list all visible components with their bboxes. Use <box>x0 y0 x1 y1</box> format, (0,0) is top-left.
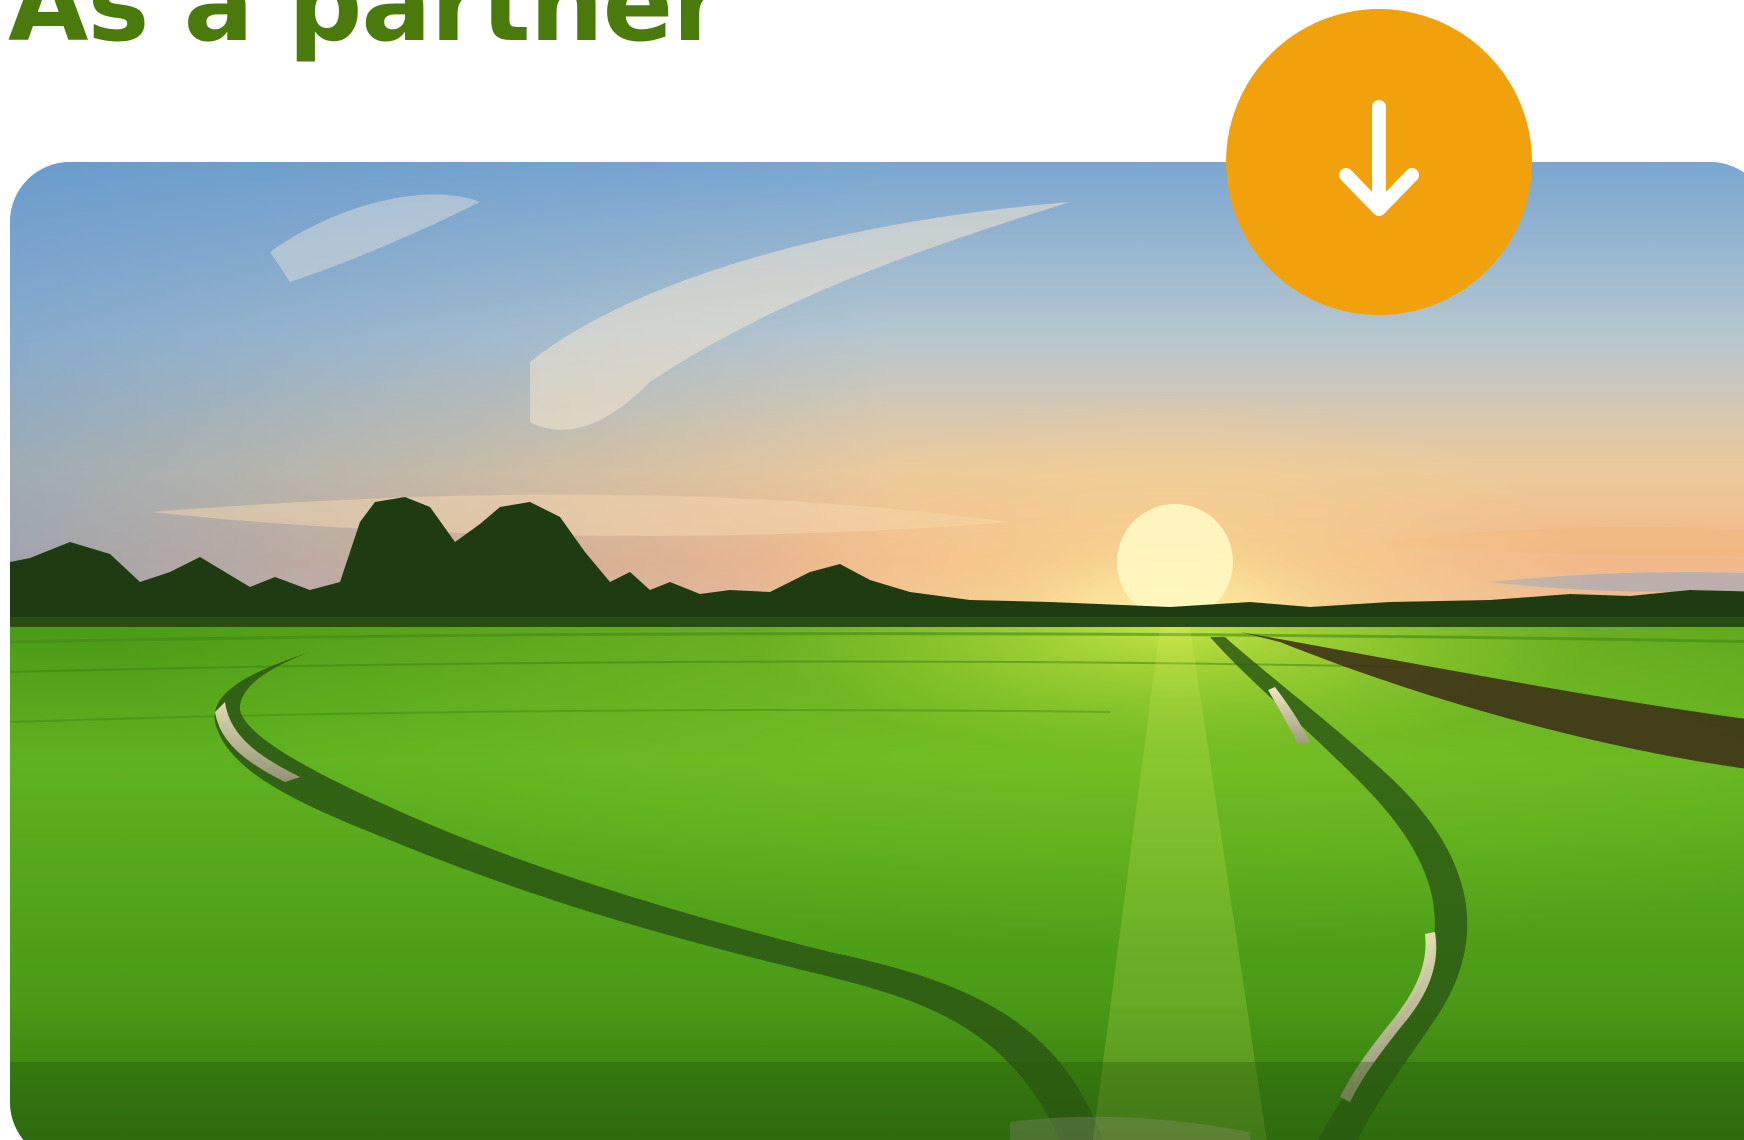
hero-image <box>10 162 1744 1140</box>
page: As a partner <box>0 0 1744 1140</box>
arrow-down-icon <box>1339 100 1419 216</box>
rice-field-sunset-photo <box>10 162 1744 1140</box>
section-heading: As a partner <box>8 0 723 65</box>
scroll-down-button[interactable] <box>1226 9 1532 315</box>
